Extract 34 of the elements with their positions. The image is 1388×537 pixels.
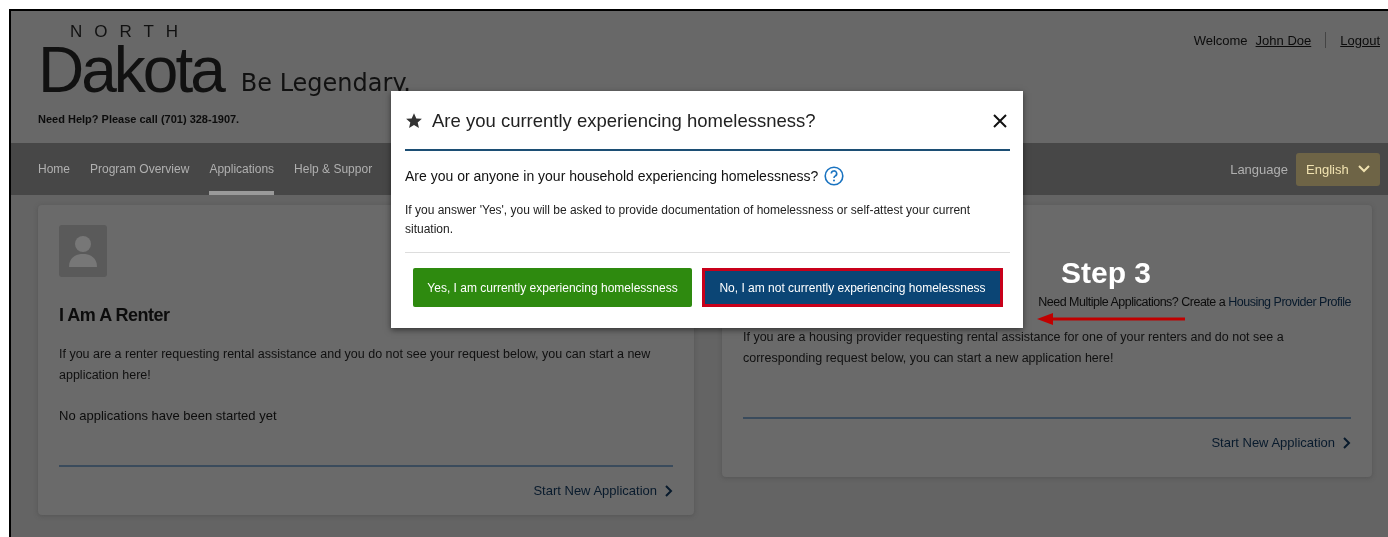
user-link[interactable]: John Doe bbox=[1255, 32, 1312, 48]
card-description: If you are a housing provider requesting rental assistance for one of your renters and do not see a corresponding request below, you can start a new application here! bbox=[743, 329, 1285, 367]
logout-link[interactable]: Logout bbox=[1340, 32, 1380, 48]
nav-tab[interactable]: Program Overview bbox=[90, 143, 190, 195]
no-button[interactable]: No, I am not currently experiencing homelessness bbox=[702, 268, 1003, 307]
start-application-link[interactable]: Start New Application bbox=[533, 483, 673, 498]
close-icon[interactable] bbox=[993, 114, 1007, 128]
help-text: Need Help? Please call (701) 328-1907. bbox=[38, 113, 241, 125]
language-select[interactable]: English bbox=[1296, 152, 1380, 186]
language-label: Language bbox=[1230, 161, 1288, 177]
help-icon[interactable] bbox=[824, 166, 845, 186]
card-title: I Am A Renter bbox=[59, 305, 171, 326]
nav-tab[interactable]: Help & Suppor bbox=[294, 143, 373, 195]
chevron-icon bbox=[665, 484, 673, 497]
start-application-link[interactable]: Start New Application bbox=[1211, 435, 1351, 450]
person-icon bbox=[59, 225, 107, 277]
logo-small-text: NORTH bbox=[70, 23, 192, 41]
welcome-text: Welcome bbox=[1193, 32, 1248, 48]
card-description: If you are a renter requesting rental assistance and you do not see your request below, you can start a new application here! bbox=[59, 346, 652, 384]
dialog-note: If you answer 'Yes', you will be asked to provide documentation of homelessness or self-attest your current situation. bbox=[405, 202, 972, 238]
caret-icon bbox=[1358, 165, 1370, 173]
dialog-title: Are you currently experiencing homelessness? bbox=[432, 110, 817, 132]
chevron-icon bbox=[1343, 436, 1351, 449]
logo-text: Dakota bbox=[38, 41, 223, 99]
yes-button[interactable]: Yes, I am currently experiencing homelessness bbox=[413, 268, 692, 307]
dialog-question: Are you or anyone in your household experiencing homelessness? bbox=[405, 168, 819, 184]
step-label: Step 3 bbox=[1061, 256, 1152, 290]
tagline: Be Legendary. bbox=[240, 69, 411, 97]
prompt-text: Need Multiple Applications? Create a bbox=[1038, 295, 1226, 309]
nav-tab[interactable]: Home bbox=[38, 143, 70, 195]
provider-profile-link[interactable]: Housing Provider Profile bbox=[1228, 295, 1351, 309]
star-icon bbox=[405, 112, 423, 130]
nav-tab[interactable]: Applications bbox=[209, 143, 275, 195]
empty-message: No applications have been started yet bbox=[59, 408, 278, 423]
